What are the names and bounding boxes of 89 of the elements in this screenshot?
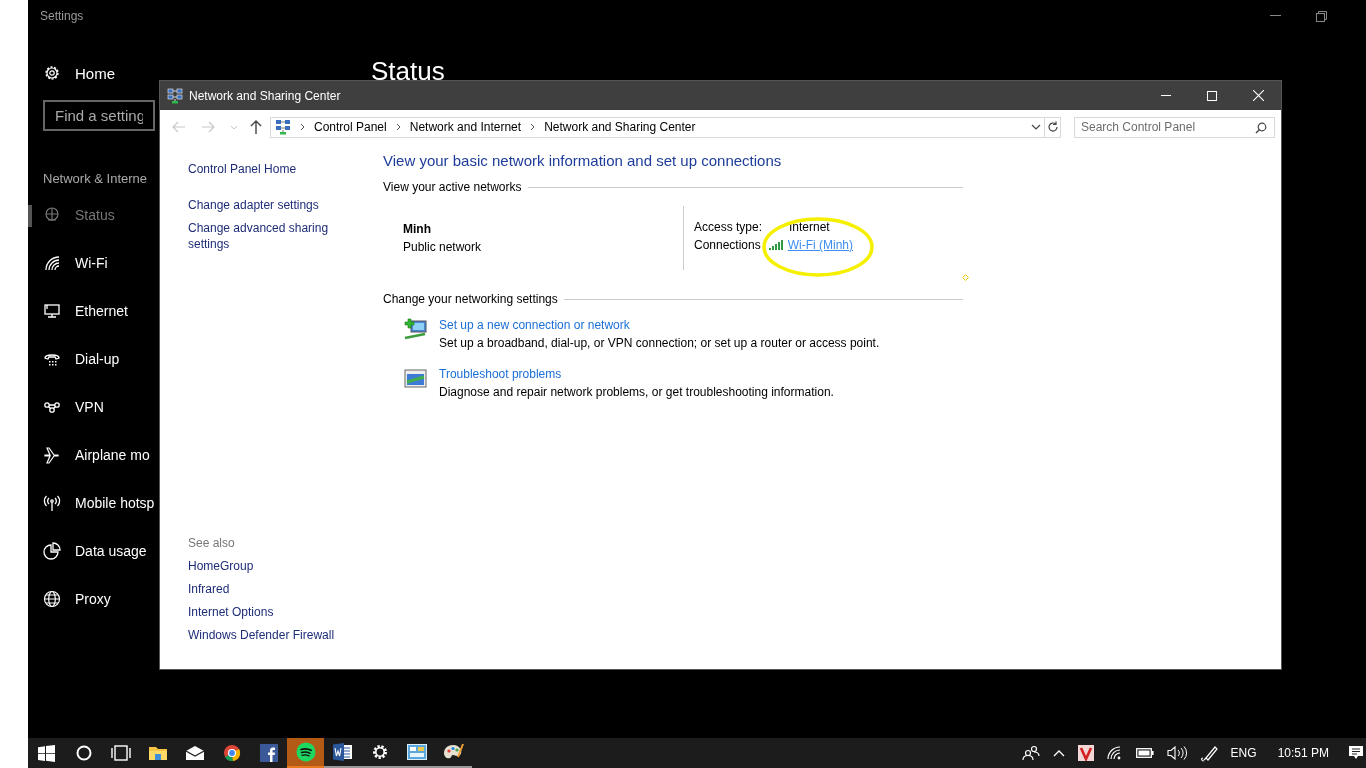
diamond-mark xyxy=(962,274,969,281)
see-also-link[interactable]: Internet Options xyxy=(188,604,338,620)
task-link[interactable]: Change advanced sharing settings xyxy=(188,220,338,252)
network-category: Public network xyxy=(403,240,483,254)
nav-item[interactable]: Mobile hotsp xyxy=(28,479,155,527)
new-connection-icon xyxy=(403,318,429,342)
breadcrumb-item[interactable]: Control Panel xyxy=(314,120,387,134)
chevron-right-icon xyxy=(530,123,536,131)
breadcrumb-item[interactable]: Network and Internet xyxy=(409,120,522,134)
see-also-link[interactable]: Windows Defender Firewall xyxy=(188,627,338,643)
airplane-icon xyxy=(43,446,61,464)
windows-logo-icon xyxy=(38,744,55,762)
palette-icon xyxy=(443,743,464,761)
wifi-icon[interactable] xyxy=(1106,746,1123,760)
nav-item[interactable]: Wi-Fi xyxy=(28,239,108,287)
field-label: Access type: xyxy=(694,220,764,234)
window-title: Settings xyxy=(40,9,84,23)
close-icon xyxy=(1252,90,1264,101)
task-description: Diagnose and repair network problems, or get troubleshooting information. xyxy=(439,385,834,399)
network-name: Minh xyxy=(403,222,432,236)
network-icon xyxy=(167,87,183,104)
wifi-icon xyxy=(43,254,61,272)
task-description: Set up a broadband, dial-up, or VPN connection; or set up a router or access point. xyxy=(439,336,880,350)
nav-item[interactable]: Airplane mo xyxy=(28,431,150,479)
nav-item[interactable]: Dial-up xyxy=(28,335,120,383)
breadcrumb-item[interactable]: Network and Sharing Center xyxy=(544,120,696,134)
browser-icon xyxy=(222,744,241,762)
section-heading: Network & Interne xyxy=(43,171,148,188)
see-also-link[interactable]: HomeGroup xyxy=(188,558,338,574)
app-tray-icon[interactable] xyxy=(1077,745,1094,761)
facebook-icon xyxy=(259,744,278,762)
task-link[interactable]: Troubleshoot problems xyxy=(439,367,834,381)
nav-item[interactable]: Status xyxy=(28,191,115,239)
restore-icon[interactable] xyxy=(1316,10,1327,22)
group-title: Change your networking settings xyxy=(383,292,558,306)
up-arrow-icon[interactable] xyxy=(250,120,262,134)
chevron-up-icon[interactable] xyxy=(1052,749,1065,757)
see-also-heading: See also xyxy=(188,535,236,551)
troubleshoot-icon xyxy=(403,367,429,391)
network-icon xyxy=(275,119,291,135)
address-bar[interactable]: Control Panel Network and Internet Network and Sharing Center xyxy=(270,116,1045,138)
group-title: View your active networks xyxy=(383,180,522,194)
nav-item[interactable]: Data usage xyxy=(28,527,147,575)
globe-icon xyxy=(43,206,61,224)
settings-icon xyxy=(43,64,61,82)
refresh-button[interactable] xyxy=(1045,116,1061,138)
language-indicator[interactable]: ENG xyxy=(1230,746,1257,760)
chevron-down-icon[interactable] xyxy=(1031,124,1041,130)
spotify-icon xyxy=(295,742,316,762)
volume-icon[interactable] xyxy=(1166,746,1187,760)
circle-icon xyxy=(75,745,92,761)
task-link[interactable]: Control Panel Home xyxy=(188,161,338,177)
clock[interactable]: 10:51 PM xyxy=(1277,746,1329,760)
pie-chart-icon xyxy=(43,542,61,560)
folder-icon xyxy=(148,745,167,761)
minimize-icon[interactable] xyxy=(1270,15,1282,17)
nav-item[interactable]: Ethernet xyxy=(28,287,128,335)
minimize-icon xyxy=(1161,95,1171,96)
field-label: Connections xyxy=(694,238,761,252)
connection-link[interactable]: Wi-Fi (Minh) xyxy=(787,238,854,252)
task-link[interactable]: Set up a new connection or network xyxy=(439,318,880,332)
control-panel-icon xyxy=(406,744,427,760)
antenna-icon xyxy=(43,494,61,512)
home-item[interactable]: Home xyxy=(43,62,371,84)
page-title: Status xyxy=(371,56,445,87)
battery-icon[interactable] xyxy=(1135,748,1154,758)
envelope-icon xyxy=(185,746,204,760)
signal-icon xyxy=(768,240,784,250)
task-link[interactable]: Change adapter settings xyxy=(188,197,338,213)
chevron-right-icon xyxy=(300,123,305,131)
search-icon xyxy=(1255,121,1267,134)
see-also-link[interactable]: Infrared xyxy=(188,581,338,597)
task-view-icon xyxy=(109,745,132,761)
taskbar-button[interactable] xyxy=(287,738,324,768)
field-value: Internet xyxy=(789,220,830,234)
nav-item[interactable]: VPN xyxy=(28,383,104,431)
people-icon[interactable] xyxy=(1021,745,1040,761)
maximize-icon xyxy=(1207,90,1217,101)
pen-icon[interactable] xyxy=(1199,744,1218,762)
monitor-icon xyxy=(43,302,61,320)
chevron-right-icon xyxy=(395,123,401,131)
window-title: Network and Sharing Center xyxy=(189,88,341,103)
settings-icon xyxy=(371,744,388,760)
word-icon xyxy=(332,743,353,761)
refresh-icon xyxy=(1046,121,1059,133)
page-heading: View your basic network information and set up connections xyxy=(383,151,783,171)
nav-item[interactable]: Proxy xyxy=(28,575,111,623)
globe-icon xyxy=(43,590,61,608)
notification-icon[interactable] xyxy=(1348,745,1364,761)
